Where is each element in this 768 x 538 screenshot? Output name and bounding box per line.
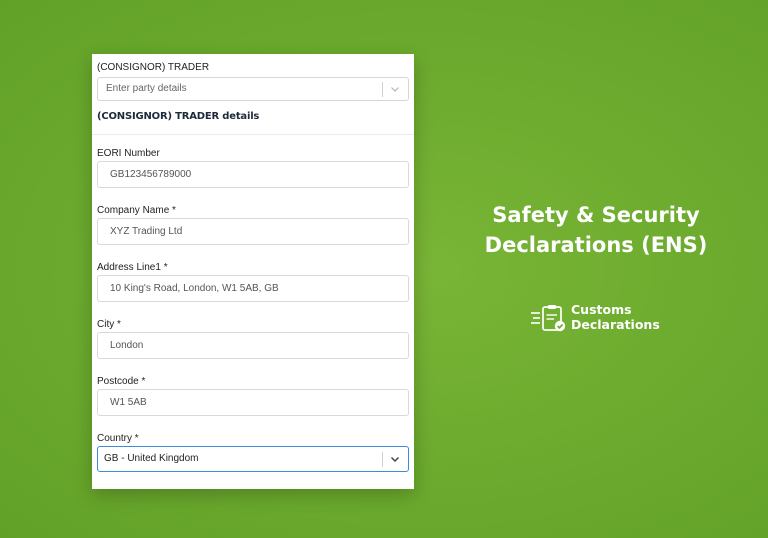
chevron-down-icon[interactable]	[389, 453, 401, 465]
section-divider	[92, 134, 414, 135]
promo-heading-line1: Safety & Security	[492, 203, 700, 227]
brand-line2: Declarations	[571, 317, 660, 332]
country-value: GB - United Kingdom	[104, 453, 199, 464]
company-name-value: XYZ Trading Ltd	[110, 226, 183, 237]
select-separator	[382, 82, 383, 97]
address-line1-value: 10 King's Road, London, W1 5AB, GB	[110, 283, 279, 294]
address-line1-input[interactable]: 10 King's Road, London, W1 5AB, GB	[97, 275, 409, 302]
select-separator	[382, 452, 383, 467]
party-select-placeholder: Enter party details	[106, 83, 187, 94]
company-name-label: Company Name *	[97, 205, 176, 216]
eori-input[interactable]: GB123456789000	[97, 161, 409, 188]
country-select[interactable]: GB - United Kingdom	[97, 446, 409, 472]
section-title: (CONSIGNOR) TRADER details	[97, 111, 260, 122]
chevron-down-icon[interactable]	[389, 83, 401, 95]
brand-line1: Customs	[571, 302, 632, 317]
brand-logo: Customs Declarations	[530, 302, 670, 336]
promo-heading-line2: Declarations (ENS)	[484, 233, 708, 257]
address-line1-label: Address Line1 *	[97, 262, 168, 273]
brand-name: Customs Declarations	[571, 302, 660, 332]
postcode-label: Postcode *	[97, 376, 146, 387]
promo-heading: Safety & Security Declarations (ENS)	[455, 200, 737, 260]
city-value: London	[110, 340, 144, 351]
trader-form-card: (CONSIGNOR) TRADER Enter party details (…	[92, 54, 414, 489]
city-label: City *	[97, 319, 121, 330]
city-input[interactable]: London	[97, 332, 409, 359]
company-name-input[interactable]: XYZ Trading Ltd	[97, 218, 409, 245]
party-details-select[interactable]: Enter party details	[97, 77, 409, 101]
eori-label: EORI Number	[97, 148, 160, 159]
consignor-label: (CONSIGNOR) TRADER	[97, 62, 210, 73]
postcode-input[interactable]: W1 5AB	[97, 389, 409, 416]
country-label: Country *	[97, 433, 139, 444]
clipboard-check-icon	[531, 305, 566, 332]
postcode-value: W1 5AB	[110, 397, 147, 408]
eori-value: GB123456789000	[110, 169, 192, 180]
